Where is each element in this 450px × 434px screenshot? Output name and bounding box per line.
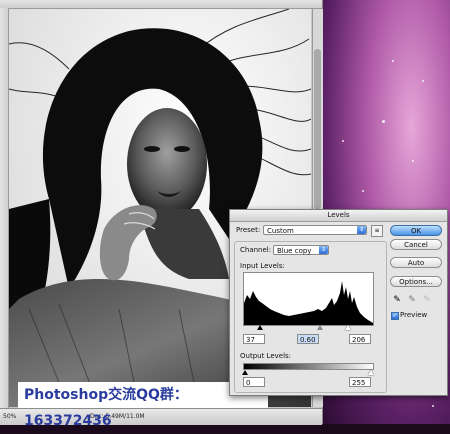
black-eyedropper-icon[interactable]: ✎ [392,294,402,306]
preset-options-icon[interactable]: ≡ [371,225,383,237]
chevron-updown-icon: ⇕ [357,226,366,234]
white-eyedropper-icon[interactable]: ✎ [422,294,432,306]
input-white-slider[interactable] [345,325,351,330]
output-gradient-bar [243,363,374,370]
channel-label: Channel: [240,246,272,254]
star-sparkle [432,405,434,407]
preset-dropdown[interactable]: Custom ⇕ [263,225,367,235]
levels-dialog: Levels Preset: Custom ⇕ ≡ Channel: Blue … [229,209,448,396]
chevron-updown-icon: ⇕ [319,246,328,254]
output-black-slider[interactable] [242,370,248,375]
input-white-field[interactable]: 206 [349,334,371,344]
star-sparkle [392,60,394,62]
input-black-slider[interactable] [257,325,263,330]
horizontal-ruler [0,0,322,9]
dialog-title: Levels [230,210,447,222]
scrollbar-thumb[interactable] [314,49,321,209]
star-sparkle [362,190,364,192]
star-sparkle [412,160,414,162]
auto-button[interactable]: Auto [390,257,442,268]
star-sparkle [342,140,344,142]
output-white-field[interactable]: 255 [349,377,371,387]
gray-eyedropper-icon[interactable]: ✎ [407,294,417,306]
input-levels-label: Input Levels: [240,262,285,270]
star-sparkle [422,80,424,82]
channel-dropdown[interactable]: Blue copy ⇕ [273,245,329,255]
vertical-ruler [0,8,9,408]
star-sparkle [382,120,385,123]
output-black-field[interactable]: 0 [243,377,265,387]
preset-label: Preset: [236,226,261,234]
preview-label: Preview [400,311,428,319]
cancel-button[interactable]: Cancel [390,239,442,250]
output-white-slider[interactable] [368,370,374,375]
ok-button[interactable]: OK [390,225,442,236]
input-black-field[interactable]: 37 [243,334,265,344]
input-gamma-field[interactable]: 0.60 [297,334,319,344]
channel-value: Blue copy [277,247,312,255]
preview-checkbox[interactable]: ✓ [391,312,399,320]
histogram [243,272,374,326]
zoom-level[interactable]: 50% [3,413,16,420]
options-button[interactable]: Options... [390,276,442,287]
input-gamma-slider[interactable] [317,325,323,330]
output-levels-label: Output Levels: [240,352,292,360]
histogram-graph [244,281,373,325]
preset-value: Custom [267,227,294,235]
